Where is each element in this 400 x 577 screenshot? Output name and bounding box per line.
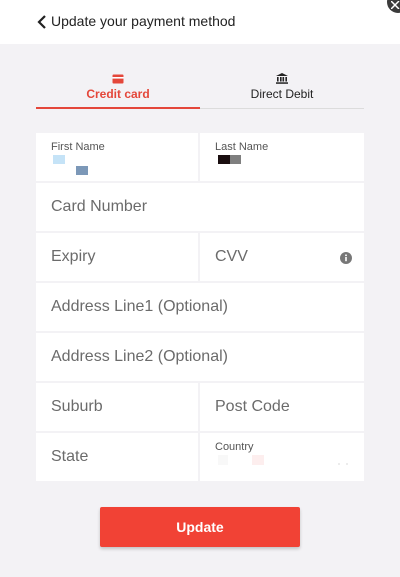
cvv-input[interactable]: CVV [200, 233, 364, 281]
address2-row: Address Line2 (Optional) [36, 333, 364, 381]
page-title: Update your payment method [51, 13, 236, 29]
bank-icon [276, 71, 288, 84]
first-name-value-blur [76, 166, 88, 175]
state-input[interactable]: State [36, 433, 198, 481]
address-line1-placeholder: Address Line1 (Optional) [51, 298, 228, 315]
postcode-input[interactable]: Post Code [200, 383, 364, 431]
first-name-label: First Name [51, 141, 105, 153]
suburb-placeholder: Suburb [51, 398, 103, 415]
first-name-value-blur [53, 155, 65, 164]
suburb-postcode-row: Suburb Post Code [36, 383, 364, 431]
card-number-row: Card Number [36, 183, 364, 231]
country-value-blur [218, 455, 228, 465]
state-placeholder: State [51, 448, 89, 465]
card-number-input[interactable]: Card Number [36, 183, 364, 231]
suburb-input[interactable]: Suburb [36, 383, 198, 431]
credit-card-icon [112, 71, 124, 84]
address-line1-input[interactable]: Address Line1 (Optional) [36, 283, 364, 331]
last-name-value-blur [230, 155, 241, 164]
back-chevron-icon[interactable] [36, 14, 48, 30]
info-icon[interactable] [340, 251, 352, 264]
country-select[interactable]: Country [200, 433, 364, 481]
name-row: First Name Last Name [36, 133, 364, 181]
chevron-down-icon [338, 453, 348, 465]
expiry-placeholder: Expiry [51, 248, 96, 265]
cvv-placeholder: CVV [215, 248, 248, 265]
tab-label: Direct Debit [250, 87, 314, 101]
address-line2-input[interactable]: Address Line2 (Optional) [36, 333, 364, 381]
tab-credit-card[interactable]: Credit card [36, 64, 200, 109]
state-country-row: State Country [36, 433, 364, 481]
expiry-cvv-row: Expiry CVV [36, 233, 364, 281]
card-number-placeholder: Card Number [51, 198, 148, 215]
tab-direct-debit[interactable]: Direct Debit [200, 64, 364, 109]
tab-label: Credit card [86, 87, 150, 101]
address1-row: Address Line1 (Optional) [36, 283, 364, 331]
payment-tabs: Credit card Direct Debit [36, 64, 364, 109]
header: Update your payment method [0, 0, 400, 44]
update-button[interactable]: Update [100, 507, 300, 547]
country-value-blur [252, 455, 264, 465]
address-line2-placeholder: Address Line2 (Optional) [51, 348, 228, 365]
postcode-placeholder: Post Code [215, 398, 290, 415]
last-name-value-blur [218, 155, 230, 164]
country-label: Country [215, 441, 254, 453]
last-name-label: Last Name [215, 141, 269, 153]
expiry-input[interactable]: Expiry [36, 233, 198, 281]
first-name-field[interactable]: First Name [36, 133, 198, 181]
last-name-field[interactable]: Last Name [200, 133, 364, 181]
